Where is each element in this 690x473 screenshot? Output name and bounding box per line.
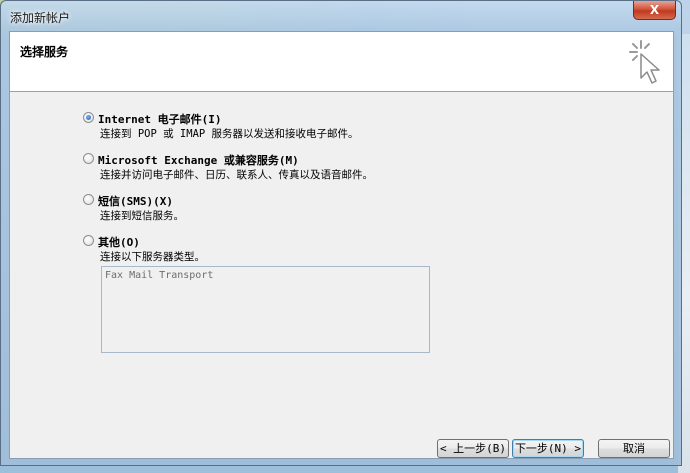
wizard-cursor-sparkle-icon xyxy=(629,40,660,84)
option-label: 其他(O) xyxy=(98,236,140,249)
dialog-client-area: 选择服务 Internet 电子邮件(I) 连接到 POP 或 IMAP 服务器… xyxy=(9,31,674,459)
title-bar[interactable]: 添加新帐户 X xyxy=(1,1,681,31)
radio-other[interactable] xyxy=(83,235,94,246)
option-description: 连接到短信服务。 xyxy=(100,210,184,222)
page-title: 选择服务 xyxy=(20,45,69,59)
list-item[interactable]: Fax Mail Transport xyxy=(105,270,426,281)
close-icon: X xyxy=(649,3,660,17)
window-title: 添加新帐户 xyxy=(10,11,71,25)
add-account-dialog: 添加新帐户 X 选择服务 Internet 电子邮件(I) 连接到 POP 或 xyxy=(0,0,682,466)
option-label: Microsoft Exchange 或兼容服务(M) xyxy=(98,154,299,167)
server-type-list[interactable]: Fax Mail Transport xyxy=(101,266,430,353)
wizard-header: 选择服务 xyxy=(10,32,673,92)
option-description: 连接以下服务器类型。 xyxy=(100,251,205,263)
radio-internet-email[interactable] xyxy=(83,112,94,123)
cancel-button[interactable]: 取消 xyxy=(598,439,670,458)
option-description: 连接到 POP 或 IMAP 服务器以发送和接收电子邮件。 xyxy=(100,128,359,140)
next-button[interactable]: 下一步(N) > xyxy=(512,439,584,458)
radio-sms[interactable] xyxy=(83,194,94,205)
radio-exchange[interactable] xyxy=(83,153,94,164)
back-button[interactable]: < 上一步(B) xyxy=(437,439,509,458)
close-button[interactable]: X xyxy=(633,1,676,20)
option-label: Internet 电子邮件(I) xyxy=(98,113,222,126)
option-label: 短信(SMS)(X) xyxy=(98,195,173,208)
option-description: 连接并访问电子邮件、日历、联系人、传真以及语音邮件。 xyxy=(100,169,373,181)
